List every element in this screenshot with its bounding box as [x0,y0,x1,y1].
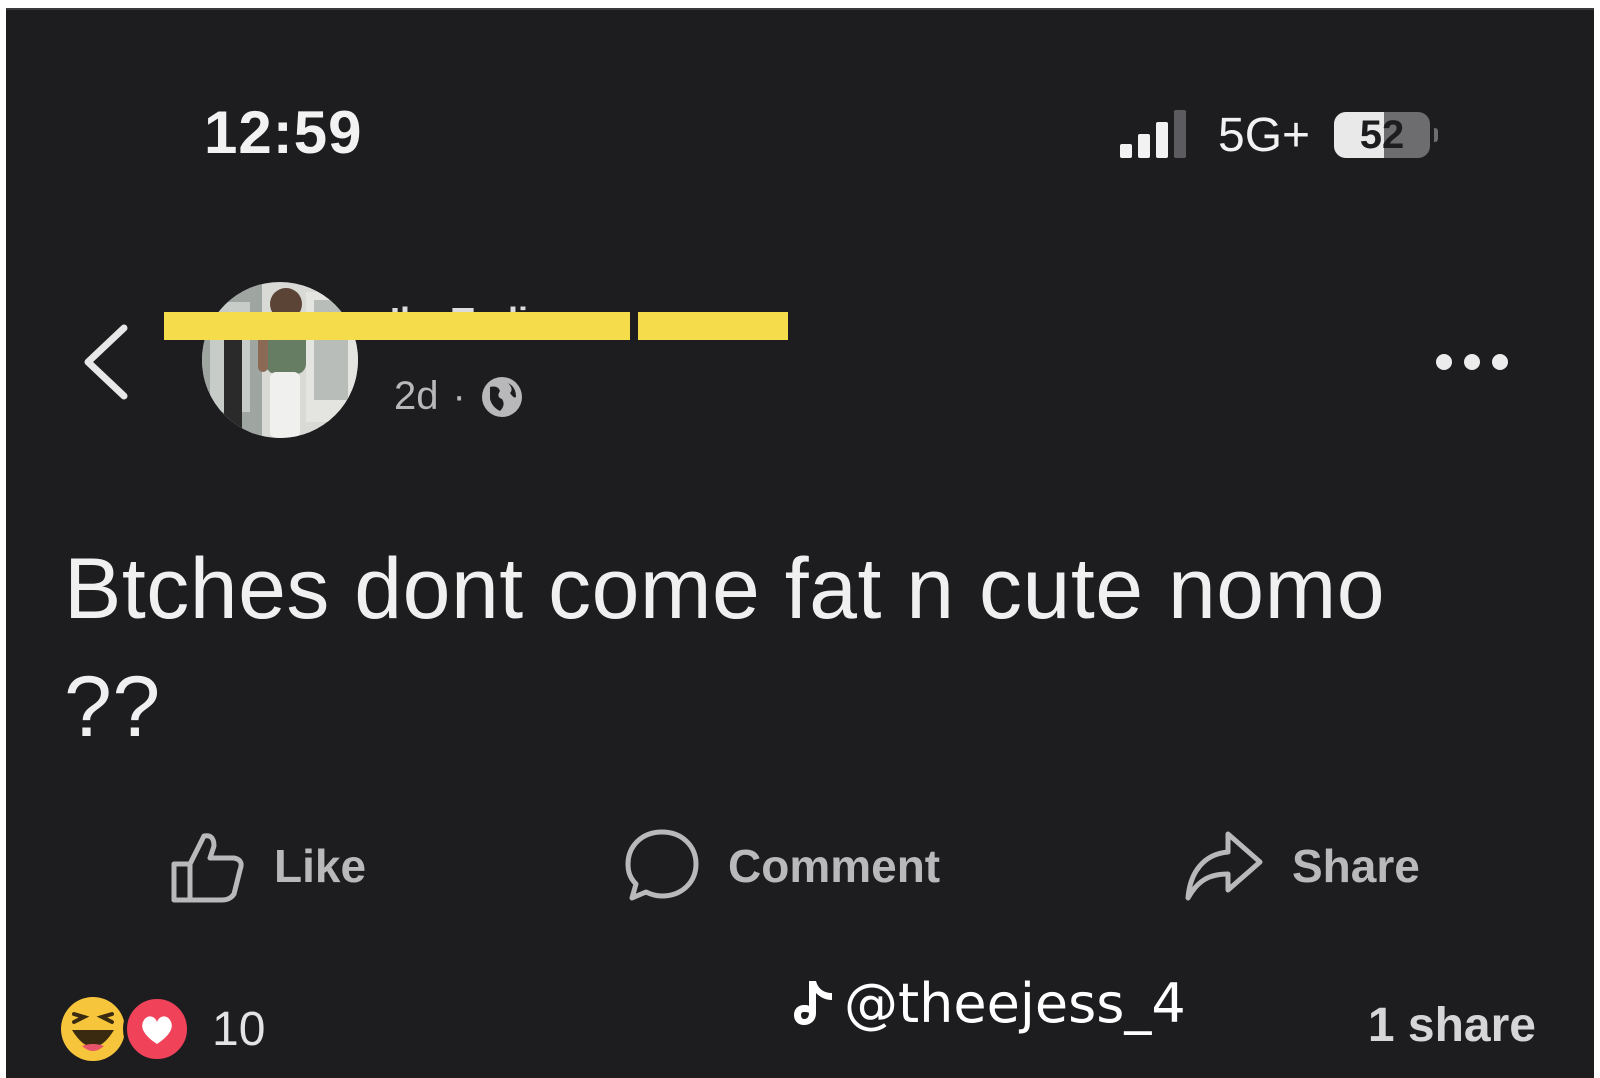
avatar-photo [202,282,358,438]
meta-separator: · [452,374,466,418]
network-type: 5G+ [1218,109,1311,162]
watermark-handle: @theejess_4 [844,972,1186,1035]
battery-tip [1434,128,1438,142]
status-time: 12:59 [204,99,363,166]
tiktok-watermark: @theejess_4 [792,972,1186,1035]
like-button[interactable]: Like [168,826,366,906]
more-dots-icon[interactable] [1434,350,1510,374]
signal-bars-icon [1120,110,1186,158]
post-meta: 2d · [394,374,524,419]
post-timestamp[interactable]: 2d [394,374,439,419]
chevron-left-icon[interactable] [80,322,132,402]
reactions-summary[interactable]: 10 [58,994,265,1064]
tiktok-logo-icon [794,980,832,1025]
battery-indicator: 52 [1334,112,1430,158]
comment-label: Comment [728,840,941,892]
globe-icon [481,376,522,417]
love-heart-icon [123,995,191,1063]
share-arrow-icon [1185,831,1263,901]
reaction-count: 10 [212,1002,266,1056]
like-label: Like [274,840,367,892]
battery-level: 52 [1359,113,1405,157]
haha-emoji-icon [61,997,125,1061]
author-avatar[interactable] [202,282,358,438]
share-count[interactable]: 1 share [1368,998,1536,1053]
post-screen: 12:59 5G+ 52 Ibe Trolin 2d · [6,8,1594,1078]
post-text: Btches dont come fat n cute nomo ?? [64,541,1386,755]
redaction-bar [164,312,630,340]
redaction-bar [638,312,788,340]
share-label: Share [1292,840,1420,892]
comment-bubble-icon [625,829,699,901]
share-button[interactable]: Share [1182,826,1420,906]
comment-button[interactable]: Comment [622,826,940,906]
thumbs-up-icon [171,833,244,903]
